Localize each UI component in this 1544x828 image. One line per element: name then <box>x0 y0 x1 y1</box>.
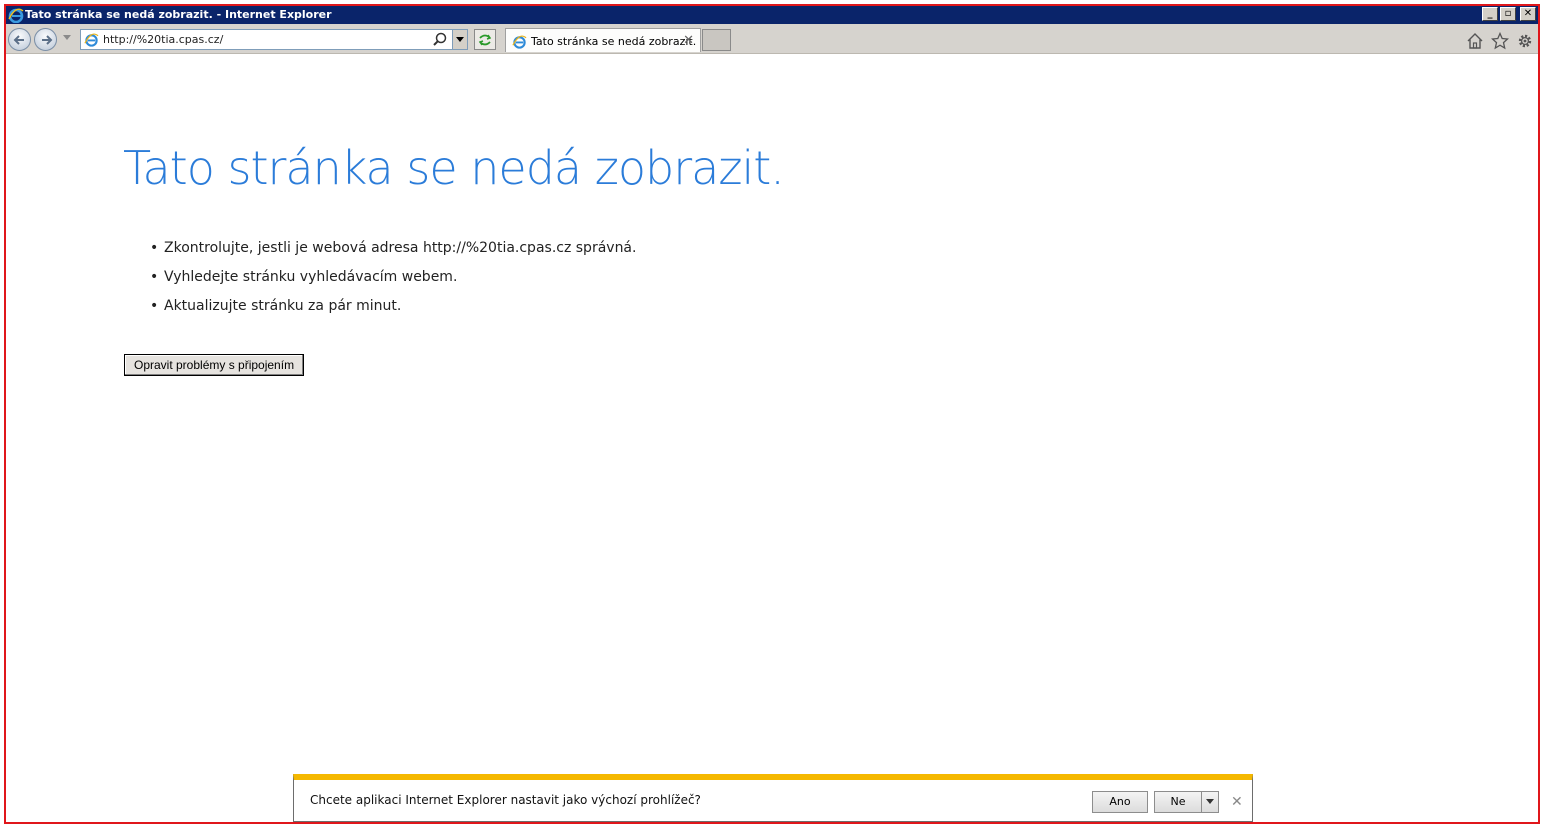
ie-icon <box>512 35 527 49</box>
new-tab-button[interactable] <box>702 29 731 51</box>
navigation-toolbar: http://%20tia.cpas.cz/ Tato stránka se n… <box>6 24 1538 54</box>
list-item: Vyhledejte stránku vyhledávacím webem. <box>146 266 636 295</box>
ie-icon <box>8 8 24 23</box>
back-icon <box>13 35 24 45</box>
close-icon[interactable]: ✕ <box>1231 794 1243 810</box>
search-icon[interactable] <box>432 31 448 48</box>
forward-button[interactable] <box>34 28 57 51</box>
browser-window: Tato stránka se nedá zobrazit. - Interne… <box>4 4 1540 824</box>
address-url[interactable]: http://%20tia.cpas.cz/ <box>103 33 223 46</box>
star-icon[interactable] <box>1491 32 1509 50</box>
ie-icon <box>84 33 99 47</box>
tab-close-icon[interactable]: ✕ <box>683 33 694 48</box>
restore-button[interactable]: ▫ <box>1500 7 1516 21</box>
no-options-dropdown[interactable] <box>1201 791 1219 813</box>
back-button[interactable] <box>8 28 31 51</box>
default-browser-notification: Chcete aplikaci Internet Explorer nastav… <box>293 774 1253 822</box>
tab-label: Tato stránka se nedá zobrazit. <box>531 35 697 48</box>
close-window-button[interactable]: ✕ <box>1520 7 1536 21</box>
tips-list: Zkontrolujte, jestli je webová adresa ht… <box>146 237 636 324</box>
address-dropdown-button[interactable] <box>452 30 467 49</box>
refresh-button[interactable] <box>474 29 496 50</box>
forward-icon <box>42 35 53 45</box>
notification-message: Chcete aplikaci Internet Explorer nastav… <box>310 793 701 807</box>
address-bar[interactable]: http://%20tia.cpas.cz/ <box>80 29 468 50</box>
page-content: Tato stránka se nedá zobrazit. Zkontrolu… <box>6 55 1538 822</box>
gear-icon[interactable] <box>1516 32 1534 50</box>
list-item: Aktualizujte stránku za pár minut. <box>146 295 636 324</box>
home-icon[interactable] <box>1466 32 1484 50</box>
window-title: Tato stránka se nedá zobrazit. - Interne… <box>25 8 332 21</box>
yes-button[interactable]: Ano <box>1092 791 1148 813</box>
page-title: Tato stránka se nedá zobrazit. <box>123 141 785 195</box>
no-button[interactable]: Ne <box>1154 791 1202 813</box>
list-item: Zkontrolujte, jestli je webová adresa ht… <box>146 237 636 266</box>
refresh-icon <box>478 34 492 46</box>
fix-connection-button[interactable]: Opravit problémy s připojením <box>124 354 305 376</box>
title-bar: Tato stránka se nedá zobrazit. - Interne… <box>6 6 1538 24</box>
history-dropdown[interactable] <box>63 35 71 40</box>
minimize-button[interactable]: _ <box>1482 7 1498 21</box>
tab-current[interactable]: Tato stránka se nedá zobrazit. ✕ <box>505 28 701 52</box>
